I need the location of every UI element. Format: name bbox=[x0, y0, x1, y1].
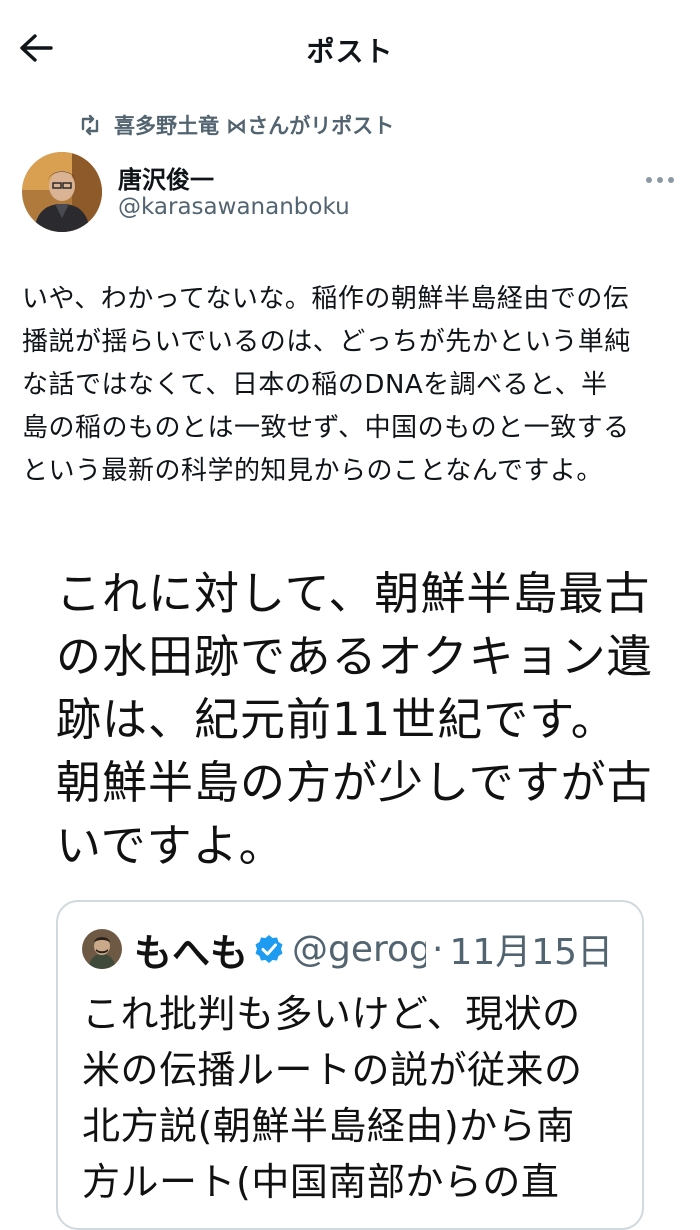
post-text-line: 島の稲のものとは一致せず、中国のものと一致する bbox=[22, 413, 630, 443]
more-options-button[interactable] bbox=[640, 164, 680, 192]
quoted-post-date: 11月15日 bbox=[449, 932, 614, 973]
verified-badge-icon bbox=[254, 934, 284, 964]
quoted-avatar bbox=[82, 929, 122, 969]
quoted-post-header: もへも @gerog · 11月15日 bbox=[82, 926, 614, 975]
image-text-line: の水田跡であるオクキョン遺 bbox=[56, 630, 653, 683]
post-text-line: 播説が揺らいでいるのは、どっちが先かという単純 bbox=[22, 327, 631, 357]
image-text-line: 朝鮮半島の方が少しですが古 bbox=[56, 756, 653, 809]
post-text-line: いや、わかってないな。稲作の朝鮮半島経由での伝 bbox=[22, 284, 630, 314]
more-dots-icon bbox=[645, 169, 675, 188]
repost-icon bbox=[78, 113, 102, 137]
top-bar: ポスト bbox=[0, 0, 700, 96]
image-text-line: 跡は、紀元前11世紀です。 bbox=[56, 693, 617, 746]
quoted-text-line: 方ルート(中国南部からの直 bbox=[82, 1160, 560, 1204]
post-author: 唐沢俊一 @karasawananboku bbox=[22, 152, 682, 236]
author-name[interactable]: 唐沢俊一 bbox=[118, 160, 214, 195]
avatar[interactable] bbox=[22, 152, 102, 232]
author-handle[interactable]: @karasawananboku bbox=[118, 194, 350, 220]
post-text: いや、わかってないな。稲作の朝鮮半島経由での伝 播説が揺らいでいるのは、どっちが… bbox=[22, 278, 682, 493]
quoted-author-name: もへも bbox=[134, 930, 249, 975]
image-text-line: いですよ。 bbox=[56, 819, 285, 872]
post-text-line: という最新の科学的知見からのことなんですよ。 bbox=[22, 456, 603, 486]
separator-dot: · bbox=[432, 928, 444, 970]
image-text-line: これに対して、朝鮮半島最古 bbox=[56, 567, 651, 620]
quoted-post: もへも @gerog · 11月15日 これ批判も多いけど、現状の 米の伝播ルー… bbox=[56, 900, 644, 1230]
quoted-text-line: 米の伝播ルートの説が従来の bbox=[82, 1048, 583, 1092]
post-text-line: な話ではなくて、日本の稲のDNAを調べると、半 bbox=[22, 370, 608, 400]
quoted-post-text: これ批判も多いけど、現状の 米の伝播ルートの説が従来の 北方説(朝鮮半島経由)か… bbox=[82, 986, 632, 1210]
repost-text: 喜多野土竜 ⋈さんがリポスト bbox=[114, 114, 395, 138]
page-title: ポスト bbox=[306, 35, 394, 68]
repost-indicator[interactable]: 喜多野土竜 ⋈さんがリポスト bbox=[78, 110, 394, 140]
quoted-text-line: 北方説(朝鮮半島経由)から南 bbox=[82, 1104, 575, 1148]
quoted-author-handle: @gerog bbox=[292, 928, 427, 970]
quoted-text-line: これ批判も多いけど、現状の bbox=[82, 992, 581, 1036]
attached-image[interactable]: これに対して、朝鮮半島最古 の水田跡であるオクキョン遺 跡は、紀元前11世紀です… bbox=[0, 540, 700, 1230]
image-text: これに対して、朝鮮半島最古 の水田跡であるオクキョン遺 跡は、紀元前11世紀です… bbox=[56, 562, 656, 877]
